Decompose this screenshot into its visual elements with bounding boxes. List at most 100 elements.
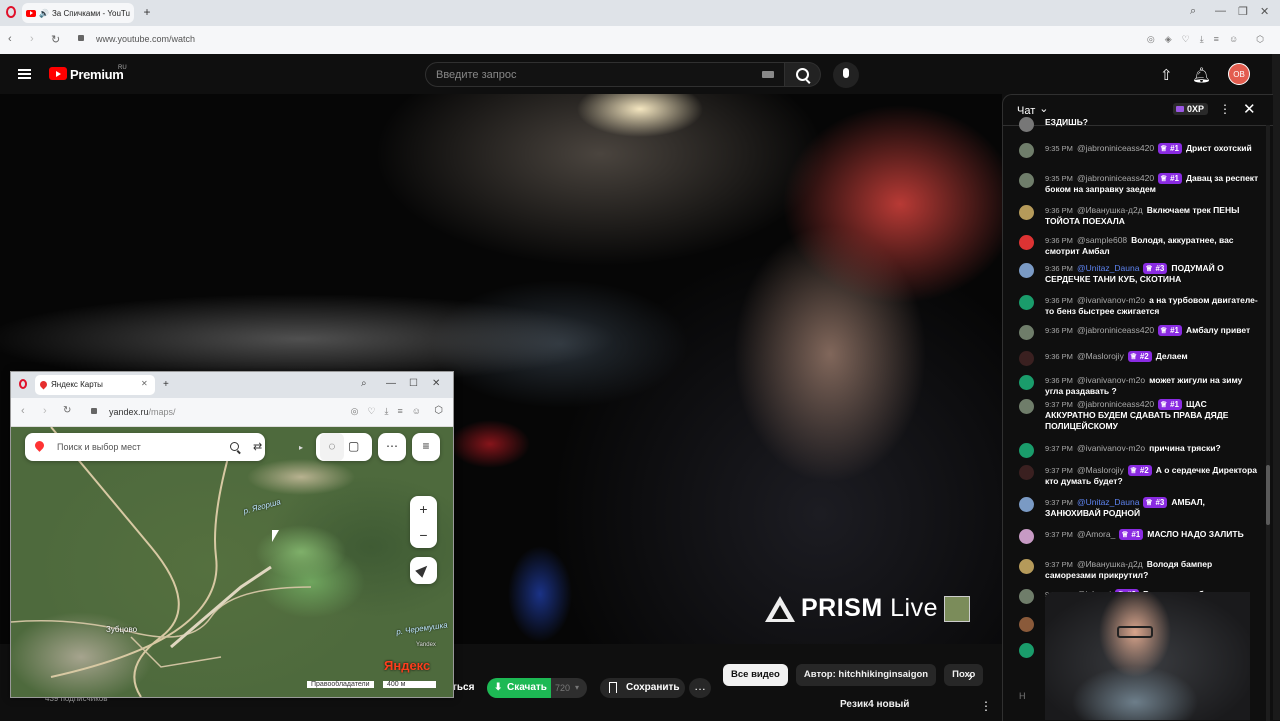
chat-avatar[interactable] bbox=[1019, 351, 1034, 366]
close-chat-icon[interactable]: ✕ bbox=[1243, 100, 1256, 118]
points-badge[interactable]: 0XP bbox=[1173, 103, 1209, 115]
recommended-video-title[interactable]: Резик4 новый bbox=[840, 699, 909, 710]
tab-close-icon[interactable]: ✕ bbox=[133, 9, 134, 18]
chat-avatar[interactable] bbox=[1019, 643, 1034, 658]
chat-author[interactable]: @Unitaz_Dauna bbox=[1077, 263, 1140, 273]
avatar[interactable]: OB bbox=[1228, 63, 1250, 85]
close-window-button[interactable]: ✕ bbox=[1260, 5, 1269, 18]
chat-avatar[interactable] bbox=[1019, 559, 1034, 574]
chat-avatar[interactable] bbox=[1019, 263, 1034, 278]
heart-icon[interactable]: ♡ bbox=[1182, 34, 1190, 45]
geolocation-button[interactable] bbox=[410, 557, 437, 584]
copyright-link[interactable]: Правообладатели bbox=[307, 681, 374, 688]
camera-icon[interactable]: ◎ bbox=[351, 406, 359, 417]
chat-author[interactable]: @Иванушка-д2д bbox=[1077, 205, 1143, 215]
chat-message[interactable]: ЕЗДИШЬ? bbox=[1019, 117, 1259, 132]
search-input[interactable] bbox=[434, 68, 758, 82]
chat-author[interactable]: @Иванушка-д2д bbox=[1077, 559, 1143, 569]
ym-search-input[interactable] bbox=[55, 441, 209, 453]
camera-icon[interactable]: ◎ bbox=[1147, 34, 1155, 45]
chat-avatar[interactable] bbox=[1019, 617, 1034, 632]
route-icon[interactable]: ⇄ bbox=[253, 440, 262, 453]
menu-icon[interactable] bbox=[18, 69, 31, 79]
chat-avatar[interactable] bbox=[1019, 529, 1034, 544]
chat-message[interactable]: 9:37 PM@jabroniniceass420#1ЩАС АККУРАТНО… bbox=[1019, 399, 1259, 432]
chat-avatar[interactable] bbox=[1019, 235, 1034, 250]
url-field[interactable]: yandex.ru/maps/ bbox=[109, 407, 176, 417]
download-icon[interactable]: ⤓ bbox=[385, 406, 389, 417]
new-tab-button[interactable]: + bbox=[140, 5, 154, 19]
tab-close-icon[interactable]: ✕ bbox=[141, 379, 148, 388]
extensions-icon[interactable]: ⬡ bbox=[1256, 34, 1264, 45]
chat-message[interactable]: 9:35 PM@jabroniniceass420#1Давац за респ… bbox=[1019, 173, 1259, 195]
chat-avatar[interactable] bbox=[1019, 589, 1034, 604]
chat-more-icon[interactable]: ⋮ bbox=[1219, 102, 1231, 116]
chevron-right-icon[interactable]: › bbox=[968, 668, 973, 684]
kebab-menu-icon[interactable]: ⋮ bbox=[980, 699, 992, 713]
tab-yandex-maps[interactable]: Яндекс Карты bbox=[35, 375, 155, 395]
more-button[interactable]: ⋯ bbox=[378, 433, 406, 461]
chip-all-videos[interactable]: Все видео bbox=[723, 664, 788, 686]
chat-author[interactable]: @Maslorojiy bbox=[1077, 351, 1124, 361]
forward-icon[interactable]: › bbox=[30, 33, 34, 45]
chat-message[interactable]: 9:37 PM @Amora_ #1МАСЛО НАДО ЗАЛИТЬ bbox=[1019, 529, 1259, 544]
back-icon[interactable]: ‹ bbox=[21, 405, 25, 417]
chat-scrollbar[interactable] bbox=[1266, 125, 1270, 721]
extensions-icon[interactable]: ⬡ bbox=[434, 405, 443, 416]
minimize-button[interactable]: — bbox=[386, 378, 396, 389]
zoom-in-button[interactable]: + bbox=[410, 496, 437, 522]
chat-author[interactable]: @Maslorojiy bbox=[1077, 465, 1124, 475]
chat-avatar[interactable] bbox=[1019, 205, 1034, 220]
download-quality[interactable]: 720 bbox=[555, 678, 570, 698]
chat-author[interactable]: @Amora_ bbox=[1077, 529, 1115, 539]
shield-icon[interactable]: ◈ bbox=[1165, 34, 1172, 45]
chat-message[interactable]: 9:37 PM@Maslorojiy#2А о сердечке Директо… bbox=[1019, 465, 1259, 487]
chat-avatar[interactable] bbox=[1019, 173, 1034, 188]
chip-similar[interactable]: Похо bbox=[944, 664, 984, 686]
chat-author[interactable]: @Unitaz_Dauna bbox=[1077, 497, 1140, 507]
chat-author[interactable]: @ivanivanov-m2o bbox=[1077, 295, 1145, 305]
chat-avatar[interactable] bbox=[1019, 443, 1034, 458]
chat-author[interactable]: @sample608 bbox=[1077, 235, 1127, 245]
opera-logo-icon[interactable] bbox=[19, 379, 27, 389]
satellite-map[interactable]: р. Ягорша Зубцово р. Черемушка Yandex ⇄ … bbox=[11, 427, 453, 697]
keyboard-icon[interactable] bbox=[762, 71, 774, 78]
chat-message[interactable]: 9:35 PM @jabroniniceass420 #1 Дрист охотски… bbox=[1019, 143, 1259, 158]
chevron-down-icon[interactable]: ▾ bbox=[575, 678, 579, 698]
chat-avatar[interactable] bbox=[1019, 295, 1034, 310]
chat-author[interactable]: @jabroniniceass420 bbox=[1077, 325, 1154, 335]
chat-avatar[interactable] bbox=[1019, 143, 1034, 158]
chat-message[interactable]: 9:36 PM @ivanivanov-m2o а на турбовом двиг… bbox=[1019, 295, 1259, 317]
chat-message[interactable]: 9:36 PM@Unitaz_Dauna#3ПОДУМАЙ О СЕРДЕЧКЕ… bbox=[1019, 263, 1259, 285]
chat-author[interactable]: @ivanivanov-m2o bbox=[1077, 443, 1145, 453]
chat-scroll-thumb[interactable] bbox=[1266, 465, 1270, 525]
chat-message[interactable]: 9:37 PM@Unitaz_Dauna#3АМБАЛ, ЗАНЮХИВАЙ Р… bbox=[1019, 497, 1259, 519]
layers-button[interactable]: ◌ ▢ bbox=[316, 433, 372, 461]
chat-message[interactable]: 9:36 PM @sample608 Володя, аккуратнее, вас… bbox=[1019, 235, 1259, 257]
chat-avatar[interactable] bbox=[1019, 375, 1034, 390]
chat-message[interactable]: 9:37 PM @ivanivanov-m2o причина тряски? bbox=[1019, 443, 1259, 458]
back-icon[interactable]: ‹ bbox=[8, 33, 12, 45]
save-button[interactable]: Сохранить bbox=[600, 678, 685, 698]
search-tabs-icon[interactable]: ⌕ bbox=[361, 378, 367, 389]
voice-search-button[interactable] bbox=[833, 62, 859, 88]
menu-lines-icon[interactable]: ≡ bbox=[1214, 34, 1219, 45]
chat-author[interactable]: @ivanivanov-m2o bbox=[1077, 375, 1145, 385]
forward-icon[interactable]: › bbox=[43, 405, 47, 417]
chat-avatar[interactable] bbox=[1019, 497, 1034, 512]
chat-message[interactable]: 9:37 PM @Иванушка-д2д Володя бампер саморе… bbox=[1019, 559, 1259, 581]
chat-message[interactable]: 9:36 PM @ivanivanov-m2o может жигули на зи… bbox=[1019, 375, 1259, 397]
heart-icon[interactable]: ♡ bbox=[367, 406, 375, 417]
search-button[interactable] bbox=[785, 62, 821, 87]
chip-author[interactable]: Автор: hitchhikinginsaigon bbox=[795, 664, 937, 686]
reload-icon[interactable]: ↻ bbox=[51, 33, 60, 46]
tab-youtube[interactable]: 🔊 За Спичками - YouTu ✕ bbox=[22, 3, 134, 23]
chat-avatar[interactable] bbox=[1019, 325, 1034, 340]
upload-icon[interactable]: ⇧ bbox=[1160, 66, 1173, 84]
menu-lines-icon[interactable]: ≡ bbox=[398, 406, 403, 417]
download-icon[interactable]: ⤓ bbox=[1200, 34, 1204, 45]
close-window-button[interactable]: ✕ bbox=[432, 378, 440, 389]
minimize-button[interactable]: — bbox=[1215, 5, 1226, 17]
url-field[interactable]: www.youtube.com/watch bbox=[96, 34, 195, 44]
search-tabs-icon[interactable]: ⌕ bbox=[1190, 5, 1196, 18]
